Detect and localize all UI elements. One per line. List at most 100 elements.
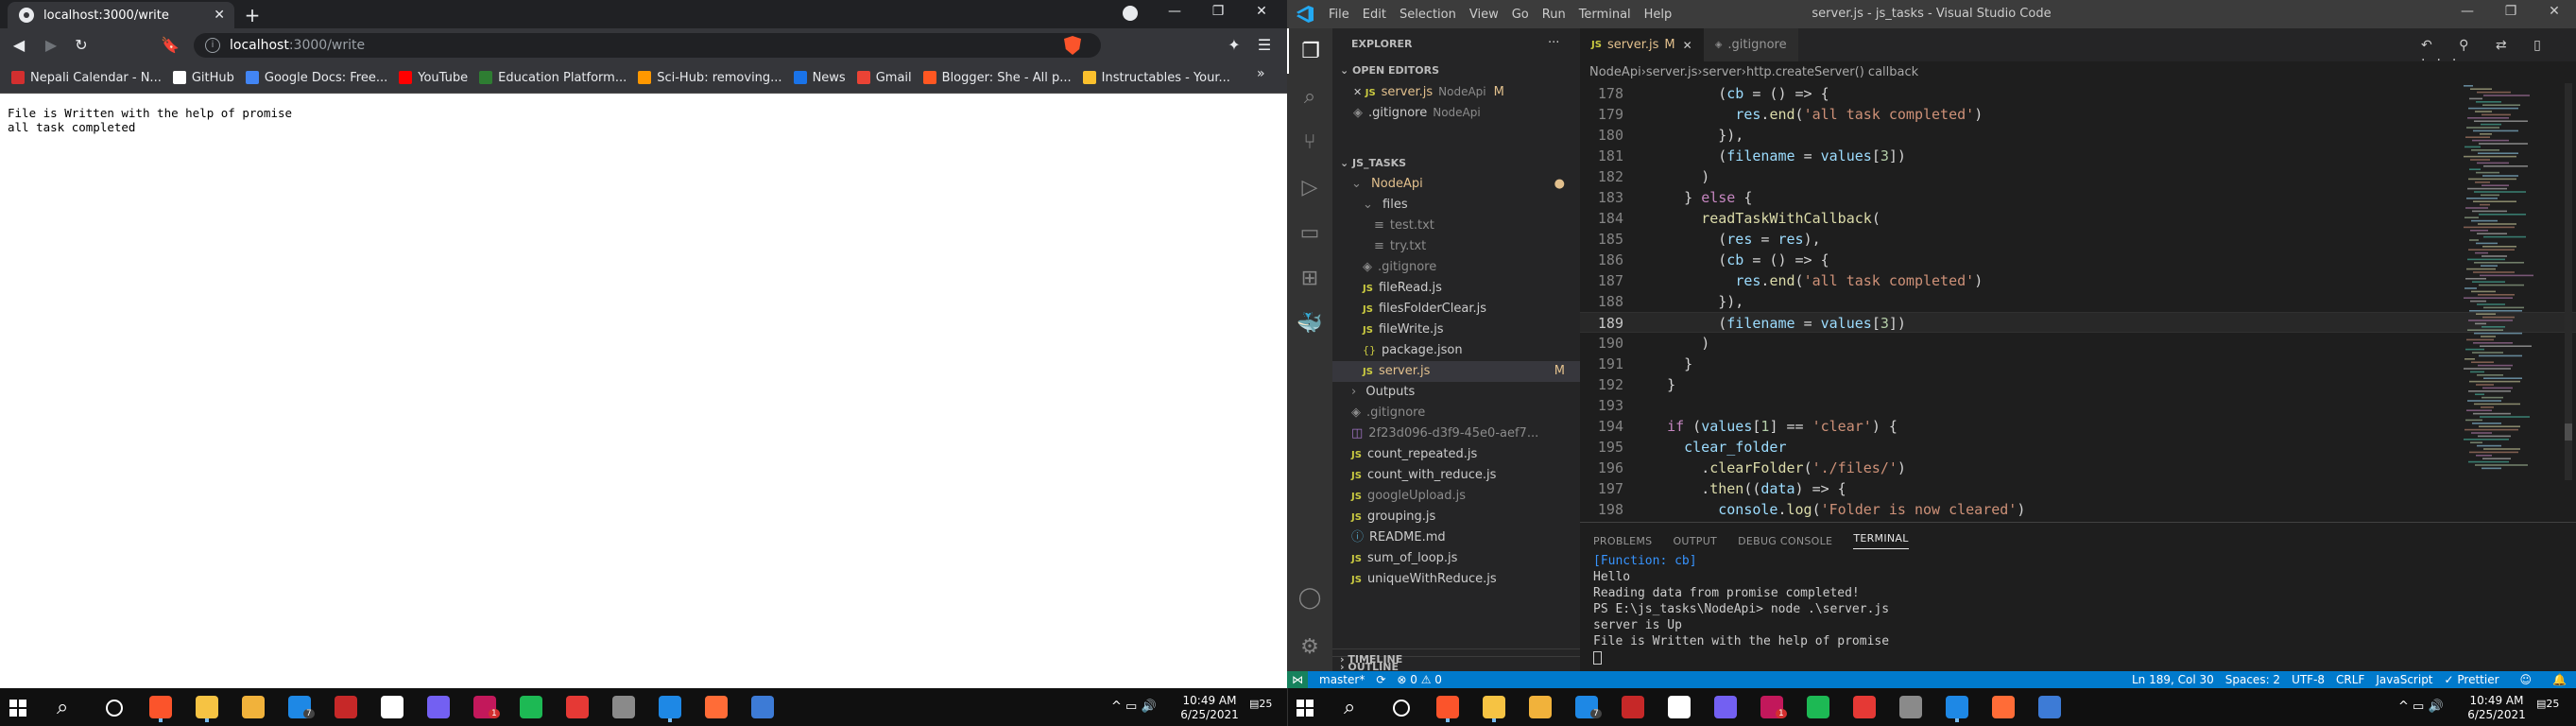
tree-item[interactable]: ◈ .gitignore	[1332, 257, 1580, 278]
status-item[interactable]: Ln 189, Col 30	[2132, 673, 2214, 686]
bookmark-item[interactable]: Education Platform...	[479, 71, 627, 85]
tree-item[interactable]: ◫ 2f23d096-d3f9-45e0-aef7...	[1332, 424, 1580, 444]
workspace-header[interactable]: ⌄ JS_TASKS	[1332, 153, 1588, 174]
close-window-icon[interactable]: ✕	[2533, 4, 2576, 25]
close-icon[interactable]: ✕	[1353, 86, 1365, 98]
postman-icon[interactable]	[1992, 696, 2015, 718]
viber-icon[interactable]	[1714, 696, 1737, 718]
panel-tab-debug-console[interactable]: DEBUG CONSOLE	[1738, 535, 1832, 547]
postman-icon[interactable]	[705, 696, 728, 718]
accounts-icon[interactable]: ◯	[1287, 575, 1332, 620]
code-line[interactable]: 184 readTaskWithCallback(	[1580, 208, 2576, 229]
tree-item[interactable]: JS fileWrite.js	[1332, 320, 1580, 340]
git-branch-indicator[interactable]: master*	[1319, 673, 1365, 686]
spotify-icon[interactable]	[520, 696, 542, 718]
remote-explorer-icon[interactable]: ▭	[1287, 210, 1332, 255]
minimize-icon[interactable]: —	[2446, 4, 2489, 25]
terminal-icon[interactable]	[1899, 696, 1922, 718]
bookmark-item[interactable]: Gmail	[856, 71, 912, 85]
breadcrumb-item[interactable]: http.createServer() callback	[1746, 65, 1918, 79]
bookmark-item[interactable]: Nepali Calendar - N...	[11, 71, 162, 85]
tree-item[interactable]: ⌄ NodeApi ●	[1332, 174, 1580, 195]
search-icon[interactable]: ⌕	[1344, 696, 1355, 719]
tree-item[interactable]: JS count_with_reduce.js	[1332, 465, 1580, 486]
vscode-icon[interactable]	[1946, 696, 1968, 718]
terminal-output[interactable]: [Function: cb] Hello Reading data from pro…	[1593, 553, 1889, 665]
code-line[interactable]: 190 )	[1580, 333, 2576, 354]
menu-item-view[interactable]: View	[1469, 8, 1499, 22]
code-line[interactable]: 182 )	[1580, 166, 2576, 187]
open-editor-item[interactable]: ◈ .gitignore NodeApi	[1332, 102, 1601, 123]
source-control-icon[interactable]: ⑂	[1287, 119, 1332, 164]
site-info-icon[interactable]: i	[205, 38, 220, 53]
minimize-icon[interactable]: —	[1153, 4, 1196, 25]
breadcrumb-item[interactable]: server	[1703, 65, 1742, 79]
open-editors-header[interactable]: ⌄ OPEN EDITORS	[1332, 60, 1588, 81]
tree-item[interactable]: JS filesFolderClear.js	[1332, 299, 1580, 320]
status-item[interactable]: CRLF	[2336, 673, 2364, 686]
menu-item-edit[interactable]: Edit	[1363, 8, 1386, 22]
status-item[interactable]: UTF-8	[2292, 673, 2325, 686]
code-line[interactable]: 189 (filename = values[3])	[1580, 312, 2576, 333]
code-line[interactable]: 195 clear_folder	[1580, 437, 2576, 458]
tree-item[interactable]: JS uniqueWithReduce.js	[1332, 569, 1580, 590]
menu-item-run[interactable]: Run	[1542, 8, 1566, 22]
search-icon[interactable]: ⌕	[1287, 74, 1332, 119]
reload-icon[interactable]: ↻	[70, 36, 93, 54]
back-icon[interactable]: ◀	[8, 36, 30, 54]
close-window-icon[interactable]: ✕	[1240, 4, 1283, 25]
file-explorer-icon[interactable]	[196, 696, 218, 718]
code-line[interactable]: 197 .then((data) => {	[1580, 478, 2576, 499]
code-line[interactable]: 186 (cb = () => {	[1580, 250, 2576, 270]
minimap[interactable]	[2462, 83, 2556, 480]
forward-icon[interactable]: ▶	[40, 36, 62, 54]
bookmark-item[interactable]: YouTube	[399, 71, 468, 85]
tree-item[interactable]: JS server.js M	[1332, 361, 1580, 382]
cortana-icon[interactable]	[1393, 700, 1410, 717]
restore-icon[interactable]: ❐	[2489, 4, 2533, 25]
code-line[interactable]: 180 }),	[1580, 125, 2576, 146]
vscode-icon[interactable]	[659, 696, 681, 718]
tree-item[interactable]: ⌄ files	[1332, 195, 1580, 216]
store-icon[interactable]	[242, 696, 265, 718]
status-item[interactable]: ✓ Prettier	[2445, 673, 2499, 686]
panel-tab-output[interactable]: OUTPUT	[1673, 535, 1717, 547]
tree-item[interactable]: ≡ test.txt	[1332, 216, 1580, 236]
clock[interactable]: 10:49 AM 6/25/2021	[2464, 694, 2530, 722]
status-item[interactable]: JavaScript	[2376, 673, 2432, 686]
system-tray[interactable]: ^ ▭ 🔊	[2398, 700, 2444, 714]
bookmark-item[interactable]: Sci-Hub: removing...	[638, 71, 782, 85]
menu-item-help[interactable]: Help	[1644, 8, 1673, 22]
bookmark-icon[interactable]: 🔖	[159, 36, 181, 54]
feedback-icon[interactable]: ☺	[2520, 673, 2533, 686]
extensions-icon[interactable]: ⊞	[1287, 255, 1332, 301]
code-line[interactable]: 193	[1580, 395, 2576, 416]
bookmark-item[interactable]: Google Docs: Free...	[245, 71, 387, 85]
browser-tab[interactable]: localhost:3000/write ✕	[8, 2, 234, 28]
notification-center-icon[interactable]: ▤25	[1249, 698, 1272, 710]
new-tab-button[interactable]: +	[241, 4, 264, 26]
code-line[interactable]: 188 }),	[1580, 291, 2576, 312]
code-editor[interactable]: 178 (cb = () => {179 res.end('all task c…	[1580, 83, 2576, 527]
open-editor-item[interactable]: ✕ JS server.js NodeApi M	[1332, 81, 1601, 102]
clock[interactable]: 10:49 AM 6/25/2021	[1176, 694, 1243, 722]
qbittorrent-icon[interactable]	[2038, 696, 2061, 718]
code-line[interactable]: 178 (cb = () => {	[1580, 83, 2576, 104]
sync-icon[interactable]: ⟳	[1376, 673, 1385, 686]
problems-indicator[interactable]: ⊗ 0 ⚠ 0	[1397, 673, 1442, 686]
bookmark-item[interactable]: GitHub	[172, 71, 234, 85]
cortana-icon[interactable]	[106, 700, 123, 717]
start-button[interactable]	[1297, 700, 1314, 717]
notification-center-icon[interactable]: ▤25	[2536, 698, 2559, 710]
system-tray[interactable]: ^ ▭ 🔊	[1111, 700, 1157, 714]
tree-item[interactable]: ≡ try.txt	[1332, 236, 1580, 257]
menu-item-selection[interactable]: Selection	[1400, 8, 1456, 22]
address-bar[interactable]: i localhost:3000/write	[194, 33, 1101, 58]
search-icon[interactable]: ⌕	[57, 696, 68, 719]
extensions-icon[interactable]: ✦	[1223, 36, 1245, 54]
breadcrumb-item[interactable]: server.js	[1646, 65, 1697, 79]
tree-item[interactable]: › Outputs	[1332, 382, 1580, 403]
viber-icon[interactable]	[427, 696, 450, 718]
code-line[interactable]: 187 res.end('all task completed')	[1580, 270, 2576, 291]
tree-item[interactable]: JS sum_of_loop.js	[1332, 548, 1580, 569]
